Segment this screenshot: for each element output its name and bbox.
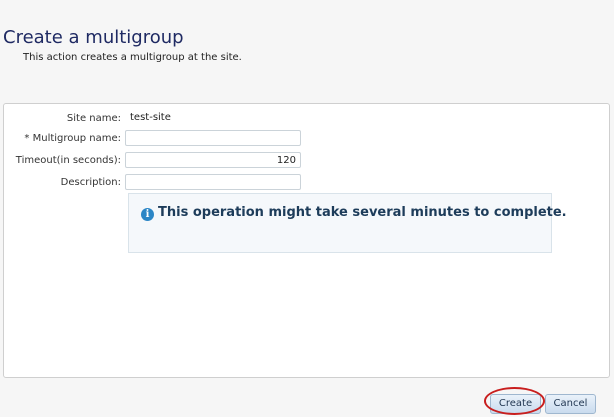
timeout-input[interactable] <box>125 152 301 168</box>
multigroup-name-label: * Multigroup name: <box>24 133 121 144</box>
timeout-label: Timeout(in seconds): <box>15 155 121 166</box>
cancel-button[interactable]: Cancel <box>545 394 596 414</box>
info-icon: i <box>141 208 154 221</box>
multigroup-name-input[interactable] <box>125 130 301 146</box>
form-panel: Site name: test-site * Multigroup name: … <box>3 103 610 378</box>
description-label: Description: <box>60 177 121 188</box>
info-message: This operation might take several minute… <box>158 205 567 220</box>
description-input[interactable] <box>125 174 301 190</box>
page-title: Create a multigroup <box>3 27 184 48</box>
site-name-value: test-site <box>130 112 171 123</box>
site-name-label: Site name: <box>66 113 121 124</box>
info-box: i This operation might take several minu… <box>128 193 567 253</box>
create-button[interactable]: Create <box>490 394 541 414</box>
page-subtitle: This action creates a multigroup at the … <box>23 52 242 63</box>
dialog-header: Create a multigroup This action creates … <box>0 0 614 100</box>
